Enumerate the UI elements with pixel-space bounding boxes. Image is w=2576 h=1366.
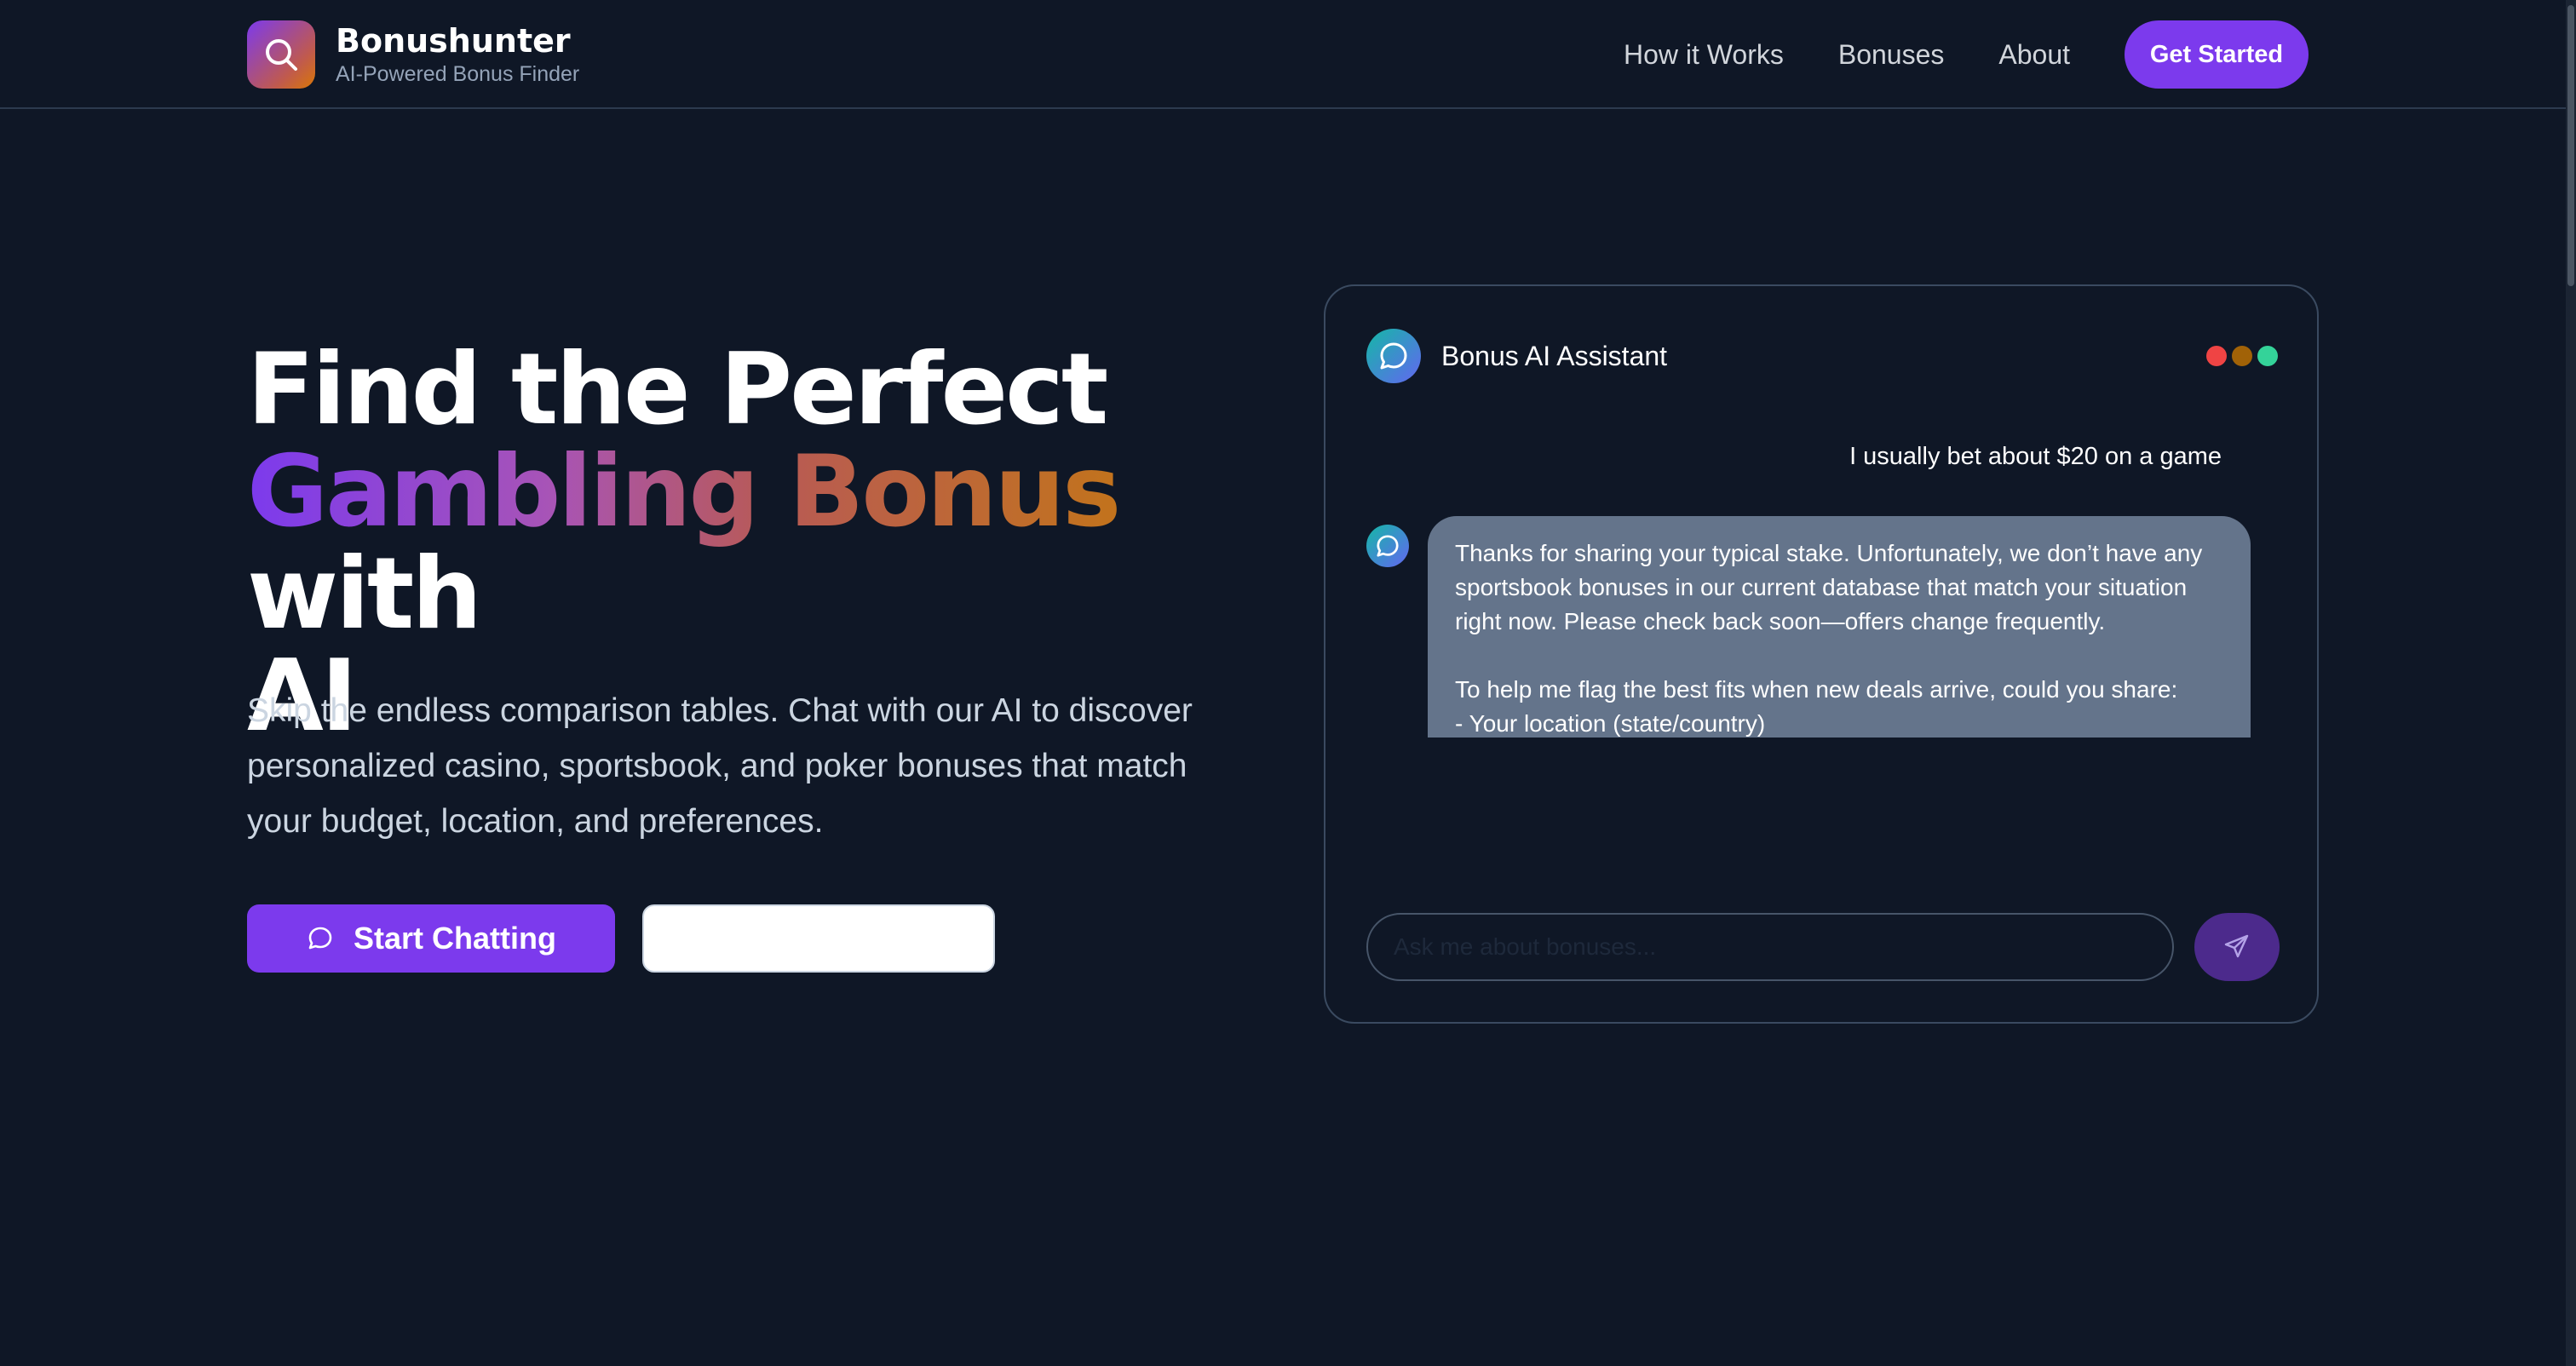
top-navbar: Bonushunter AI-Powered Bonus Finder How … [0, 0, 2566, 109]
chat-title: Bonus AI Assistant [1441, 340, 1668, 371]
hero-title-highlight: Gambling Bonus [247, 434, 1121, 549]
user-message: I usually bet about $20 on a game [1849, 443, 2222, 470]
secondary-button[interactable] [642, 904, 995, 973]
search-icon [247, 20, 315, 89]
start-chatting-label: Start Chatting [354, 921, 556, 956]
window-dot-green [2257, 346, 2278, 366]
hero-subtitle: Skip the endless comparison tables. Chat… [247, 692, 1193, 840]
assistant-avatar-icon [1366, 525, 1409, 567]
chat-input[interactable] [1366, 913, 2174, 981]
hero-title-line1: Find the Perfect [247, 332, 1108, 447]
nav-link-bonuses[interactable]: Bonuses [1838, 39, 1945, 71]
page: Bonushunter AI-Powered Bonus Finder How … [0, 0, 2576, 1366]
window-dot-amber [2232, 346, 2252, 366]
nav-links: How it Works Bonuses About Get Started [1624, 20, 2309, 89]
window-dots [2201, 346, 2278, 366]
scrollbar-thumb[interactable] [2567, 5, 2574, 286]
nav-link-how-it-works[interactable]: How it Works [1624, 39, 1784, 71]
chat-widget: Bonus AI Assistant I usually bet about $… [1324, 284, 2319, 1024]
get-started-button[interactable]: Get Started [2125, 20, 2309, 89]
nav-link-about[interactable]: About [1998, 39, 2070, 71]
chat-bubble-icon [306, 924, 335, 953]
paper-plane-icon [2222, 932, 2251, 963]
brand-name: Bonushunter [336, 22, 571, 60]
page-scrollbar[interactable] [2566, 0, 2576, 1366]
brand-tagline: AI-Powered Bonus Finder [336, 62, 580, 86]
brand[interactable]: Bonushunter AI-Powered Bonus Finder [247, 20, 579, 89]
window-dot-red [2206, 346, 2227, 366]
chat-header: Bonus AI Assistant [1366, 329, 1667, 383]
send-button[interactable] [2194, 913, 2280, 981]
assistant-message-row: Thanks for sharing your typical stake. U… [1366, 516, 2269, 738]
hero-title-with: with [247, 537, 482, 651]
assistant-avatar-icon [1366, 329, 1421, 383]
start-chatting-button[interactable]: Start Chatting [247, 904, 615, 973]
assistant-message: Thanks for sharing your typical stake. U… [1428, 516, 2251, 738]
